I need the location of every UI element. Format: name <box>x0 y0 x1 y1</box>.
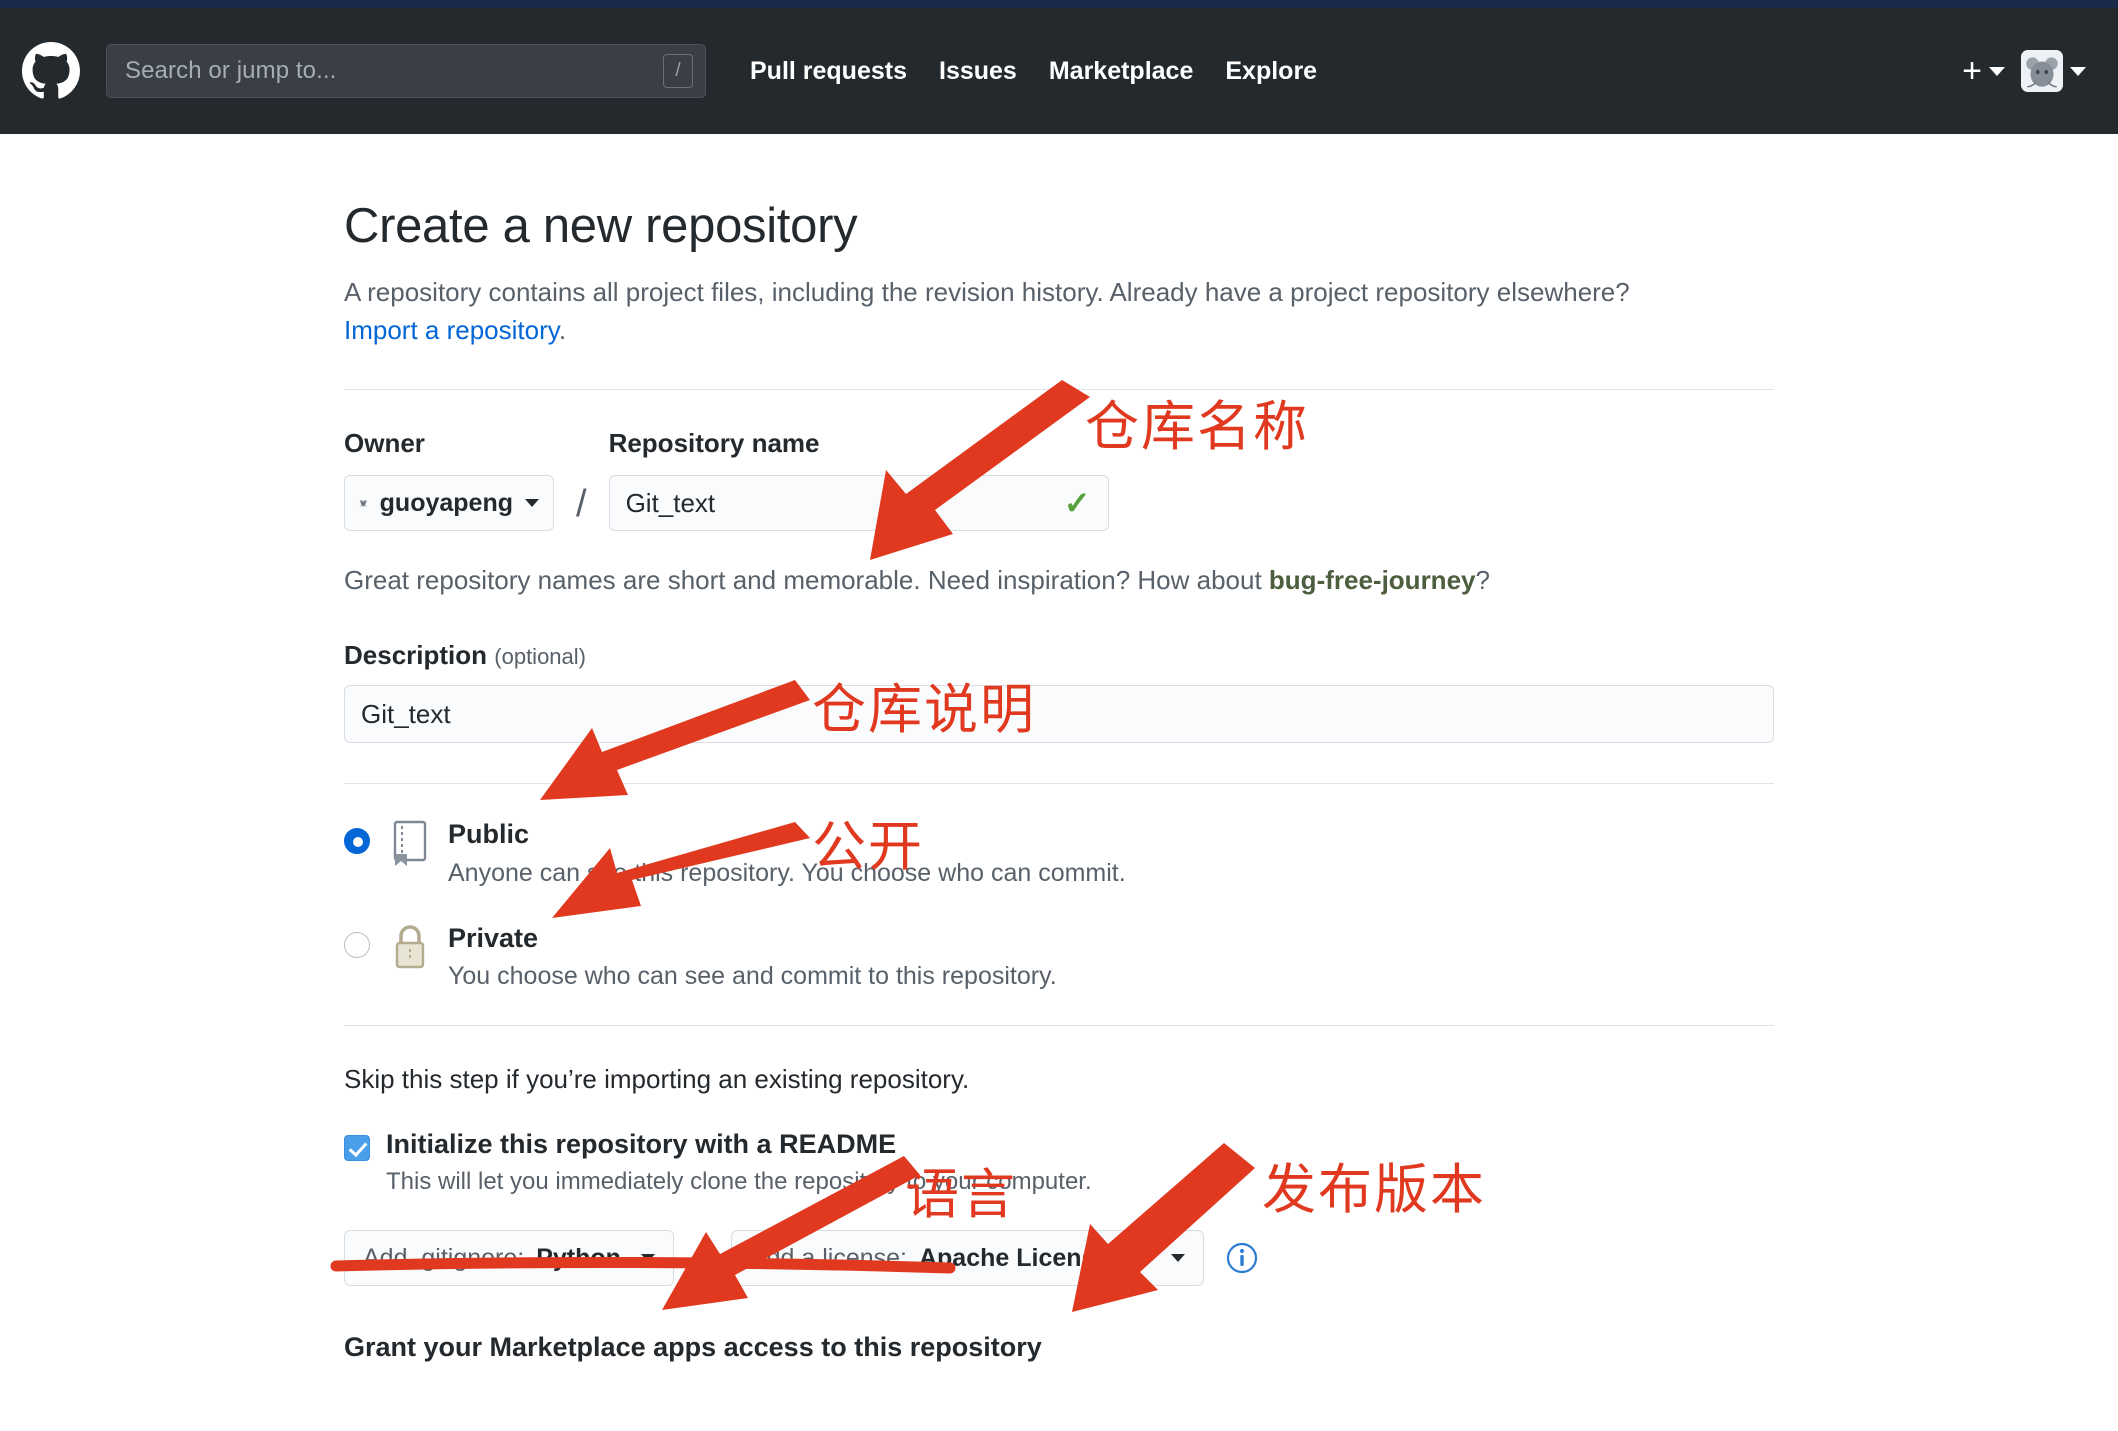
public-title: Public <box>448 819 530 850</box>
page-title: Create a new repository <box>344 199 858 253</box>
gitignore-dropdown[interactable]: Add .gitignore: Python <box>344 1230 674 1287</box>
license-dropdown[interactable]: Add a license: Apache License 2.0 <box>730 1230 1205 1287</box>
repo-name-hint-suffix: ? <box>1475 565 1490 596</box>
slash-shortcut-key: / <box>663 54 693 88</box>
primary-nav: Pull requests Issues Marketplace Explore <box>734 57 1333 86</box>
header-right-group: + <box>1956 50 2092 92</box>
nav-issues[interactable]: Issues <box>923 57 1033 86</box>
readme-description: This will let you immediately clone the … <box>386 1168 1092 1196</box>
create-repo-form: Create a new repository A repository con… <box>0 134 2118 1363</box>
import-repository-link[interactable]: Import a repository <box>344 315 559 345</box>
readme-title: Initialize this repository with a README <box>386 1129 897 1160</box>
repo-name-suggestion[interactable]: bug-free-journey <box>1269 565 1476 595</box>
initialize-readme-row[interactable]: Initialize this repository with a README… <box>344 1129 1774 1196</box>
description-field: Description (optional) <box>344 640 1774 744</box>
owner-avatar-icon <box>359 500 367 508</box>
radio-private[interactable] <box>344 931 370 958</box>
owner-name: guoyapeng <box>379 488 513 517</box>
github-create-repository-page: Search or jump to... / Pull requests Iss… <box>0 0 2118 1431</box>
readme-checkbox[interactable] <box>344 1135 370 1162</box>
chevron-down-icon <box>525 499 539 508</box>
chevron-down-icon <box>1989 66 2005 76</box>
license-value: Apache License 2.0 <box>918 1243 1152 1272</box>
info-icon[interactable] <box>1226 1242 1258 1274</box>
public-description: Anyone can see this repository. You choo… <box>448 858 1126 887</box>
owner-repo-row: Owner guoyapeng / Repository name Git_te… <box>344 428 1774 532</box>
dropdown-separator <box>701 1236 703 1281</box>
nav-pull-requests[interactable]: Pull requests <box>734 57 923 86</box>
description-label-text: Description <box>344 640 488 671</box>
divider <box>344 783 1774 785</box>
chevron-down-icon <box>1171 1254 1186 1263</box>
repo-name-hint-text: Great repository names are short and mem… <box>344 565 1269 596</box>
chevron-down-icon <box>640 1254 655 1263</box>
plus-icon: + <box>1962 52 1982 90</box>
github-mark-icon[interactable] <box>22 42 80 100</box>
gitignore-value: Python <box>536 1243 621 1272</box>
repo-name-label: Repository name <box>608 428 820 459</box>
description-optional-tag: (optional) <box>494 644 586 670</box>
search-box[interactable]: Search or jump to... / <box>106 44 706 98</box>
top-accent-strip <box>0 0 2118 8</box>
template-dropdown-row: Add .gitignore: Python Add a license: Ap… <box>344 1230 1774 1287</box>
grant-marketplace-heading: Grant your Marketplace apps access to th… <box>344 1332 1042 1363</box>
page-subtitle: A repository contains all project files,… <box>344 274 1684 349</box>
skip-step-text: Skip this step if you’re importing an ex… <box>344 1064 970 1095</box>
user-menu[interactable] <box>2015 50 2092 92</box>
repo-name-hint: Great repository names are short and mem… <box>344 565 1774 596</box>
owner-repo-separator: / <box>576 483 587 526</box>
radio-public[interactable] <box>344 828 370 855</box>
page-subtitle-period: . <box>558 314 567 345</box>
description-label: Description (optional) <box>344 640 586 670</box>
page-subtitle-text: A repository contains all project files,… <box>344 277 1630 307</box>
chevron-down-icon <box>2070 66 2086 76</box>
check-icon: ✓ <box>1063 485 1091 522</box>
visibility-options: Public Anyone can see this repository. Y… <box>344 818 1774 991</box>
visibility-option-private[interactable]: Private You choose who can see and commi… <box>344 922 1774 991</box>
owner-dropdown[interactable]: guoyapeng <box>344 475 554 532</box>
divider <box>344 1025 1774 1027</box>
nav-explore[interactable]: Explore <box>1209 57 1333 86</box>
nav-marketplace[interactable]: Marketplace <box>1033 57 1210 86</box>
repo-book-icon <box>393 821 427 867</box>
description-input[interactable] <box>344 685 1774 744</box>
user-avatar <box>2021 50 2063 92</box>
repo-name-input[interactable] <box>608 475 1109 532</box>
lock-icon <box>395 925 425 968</box>
private-title: Private <box>448 922 539 953</box>
repo-name-field: Repository name ✓ <box>608 428 1109 532</box>
divider <box>344 389 1774 391</box>
search-input[interactable]: Search or jump to... <box>125 57 336 85</box>
visibility-option-public[interactable]: Public Anyone can see this repository. Y… <box>344 818 1774 887</box>
gitignore-prefix: Add .gitignore: <box>363 1243 525 1272</box>
global-header: Search or jump to... / Pull requests Iss… <box>0 8 2118 134</box>
private-description: You choose who can see and commit to thi… <box>448 962 1057 991</box>
create-new-menu[interactable]: + <box>1956 54 2011 88</box>
owner-field: Owner guoyapeng <box>344 428 554 532</box>
license-prefix: Add a license: <box>749 1243 907 1272</box>
owner-label: Owner <box>344 428 425 459</box>
